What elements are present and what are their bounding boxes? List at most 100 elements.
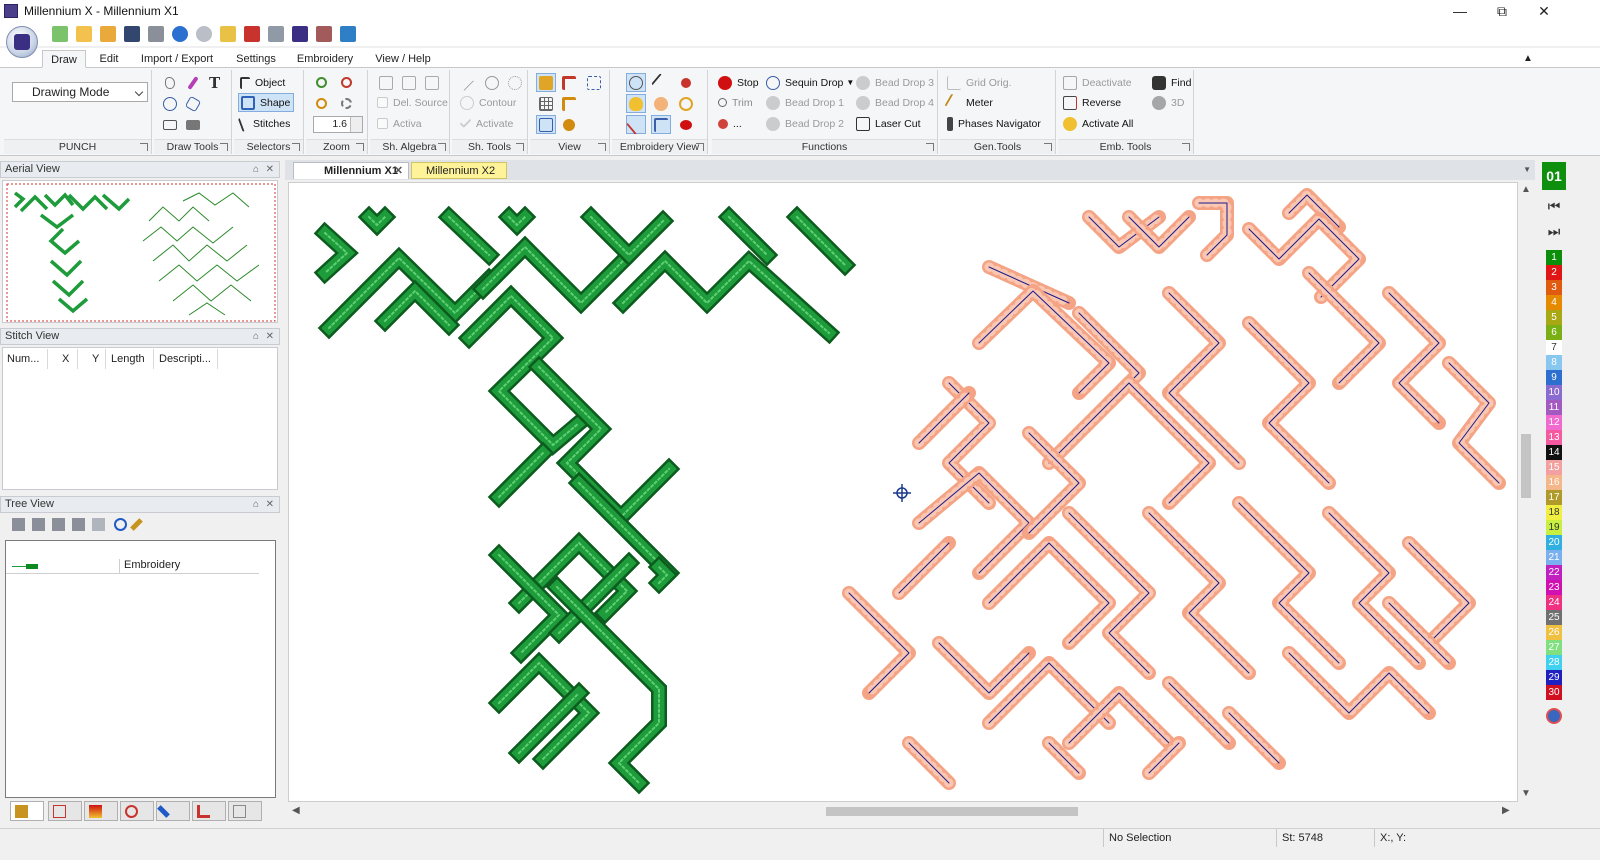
pin-icon[interactable]: ⌂ (253, 162, 259, 177)
redo-icon[interactable] (196, 26, 212, 42)
qat-dropdown-icon[interactable] (374, 26, 384, 42)
view-hoop-button[interactable] (536, 115, 556, 134)
settings-icon[interactable] (340, 26, 356, 42)
application-menu-button[interactable] (6, 26, 38, 58)
zoom-level-input[interactable]: 1.6 (313, 116, 363, 133)
color-swatch[interactable]: 1 (1546, 250, 1562, 265)
emb-view-route-button[interactable] (626, 114, 646, 135)
emb-view-points-button[interactable] (626, 73, 646, 92)
color-swatch[interactable]: 24 (1546, 595, 1562, 610)
tab-embroidery[interactable]: Embroidery (292, 50, 358, 68)
column-length[interactable]: Length (106, 349, 154, 369)
open-recent-icon[interactable] (100, 26, 116, 42)
horizontal-scroll-thumb[interactable] (826, 807, 1078, 816)
tab-draw[interactable]: Draw (42, 50, 86, 68)
deactivate-button[interactable]: Deactivate (1063, 73, 1132, 92)
refresh-icon[interactable] (114, 518, 127, 531)
panel-tab-colors[interactable] (84, 801, 118, 821)
doc-tab-millennium-x1[interactable]: Millennium X1 ✕ (293, 162, 409, 179)
view-frame-button[interactable] (559, 94, 579, 113)
color-swatch[interactable]: 28 (1546, 655, 1562, 670)
color-swatch[interactable]: 27 (1546, 640, 1562, 655)
current-color-indicator[interactable]: 01 (1542, 162, 1566, 190)
close-window-button[interactable]: ✕ (1524, 0, 1564, 22)
last-color-button[interactable]: ⏭ (1546, 223, 1562, 239)
group-launcher-icon[interactable] (356, 143, 364, 151)
color-swatch[interactable]: 25 (1546, 610, 1562, 625)
aerial-view-panel[interactable] (2, 180, 278, 323)
panel-tab-pen[interactable] (156, 801, 190, 821)
drawing-mode-select[interactable]: Drawing Mode (12, 82, 148, 102)
color-swatch[interactable]: 16 (1546, 475, 1562, 490)
zoom-in-button[interactable] (311, 73, 331, 92)
bead-drop-2-button[interactable]: Bead Drop 2 (766, 114, 844, 133)
tab-view-help[interactable]: View / Help (368, 50, 438, 68)
open-folder-icon[interactable] (76, 26, 92, 42)
more-functions-button[interactable]: ... (718, 114, 742, 133)
laser-cut-button[interactable]: Laser Cut (856, 114, 921, 133)
tab-edit[interactable]: Edit (92, 50, 126, 68)
spiral-tool-button[interactable] (482, 73, 502, 92)
color-swatch[interactable]: 15 (1546, 460, 1562, 475)
color-swatch[interactable]: 21 (1546, 550, 1562, 565)
line-tool-button[interactable] (459, 73, 479, 92)
subtract-button[interactable] (422, 73, 442, 92)
find-button[interactable]: Find (1152, 73, 1191, 92)
group-launcher-icon[interactable] (1044, 143, 1052, 151)
color-swatch[interactable]: 3 (1546, 280, 1562, 295)
chart-icon[interactable] (244, 26, 260, 42)
stop-button[interactable]: Stop (718, 73, 759, 92)
star-tool-button[interactable] (505, 73, 525, 92)
close-icon[interactable]: ✕ (266, 162, 274, 177)
shape-selector-button[interactable]: Shape (238, 93, 294, 112)
print-icon[interactable] (148, 26, 164, 42)
contour-button[interactable]: Contour (460, 93, 516, 112)
emb-view-tools-button[interactable] (676, 73, 696, 92)
view-layers-button[interactable] (536, 73, 556, 92)
close-icon[interactable]: ✕ (394, 163, 403, 179)
view-grid-button[interactable] (536, 94, 556, 113)
color-swatch[interactable]: 5 (1546, 310, 1562, 325)
insert-icon[interactable] (92, 518, 105, 531)
color-swatch[interactable]: 7 (1546, 340, 1562, 355)
color-wheel-icon[interactable] (1546, 708, 1562, 724)
minimize-button[interactable]: — (1440, 0, 1480, 22)
restore-button[interactable]: ⧉ (1482, 0, 1522, 22)
grid-icon[interactable] (268, 26, 284, 42)
emb-view-thread-button[interactable] (651, 94, 671, 113)
view-center-button[interactable] (559, 115, 579, 134)
vertical-scrollbar[interactable]: ▲ ▼ (1518, 182, 1534, 802)
view-guides-button[interactable] (584, 73, 604, 92)
group-launcher-icon[interactable] (140, 143, 148, 151)
circle-tool-button[interactable] (160, 94, 180, 113)
panel-tab-tree[interactable] (10, 801, 44, 821)
three-d-button[interactable]: 3D (1152, 93, 1184, 112)
color-swatch[interactable]: 2 (1546, 265, 1562, 280)
column-description[interactable]: Descripti... (154, 349, 218, 369)
freehand-tool-button[interactable] (160, 73, 180, 92)
color-swatch[interactable]: 19 (1546, 520, 1562, 535)
color-swatch[interactable]: 8 (1546, 355, 1562, 370)
color-swatch[interactable]: 17 (1546, 490, 1562, 505)
group-launcher-icon[interactable] (292, 143, 300, 151)
object-selector-button[interactable]: Object (240, 73, 285, 92)
activa-checkbox[interactable]: Activa (377, 114, 422, 133)
color-swatch[interactable]: 9 (1546, 370, 1562, 385)
edit-icon[interactable] (220, 26, 236, 42)
fill-rect-tool-button[interactable] (183, 115, 203, 134)
pin-icon[interactable]: ⌂ (253, 329, 259, 344)
move-bottom-icon[interactable] (32, 518, 45, 531)
color-swatch[interactable]: 22 (1546, 565, 1562, 580)
panel-tab-search[interactable] (120, 801, 154, 821)
phases-navigator-button[interactable]: Phases Navigator (947, 114, 1041, 133)
group-launcher-icon[interactable] (598, 143, 606, 151)
color-swatch[interactable]: 30 (1546, 685, 1562, 700)
union-button[interactable] (376, 73, 396, 92)
close-icon[interactable]: ✕ (266, 329, 274, 344)
scroll-down-icon[interactable]: ▼ (1521, 788, 1531, 799)
color-swatch[interactable]: 23 (1546, 580, 1562, 595)
doc-tab-millennium-x2[interactable]: Millennium X2 (411, 162, 507, 179)
close-icon[interactable]: ✕ (266, 497, 274, 512)
zoom-window-button[interactable] (311, 94, 331, 113)
view-ruler-button[interactable] (559, 73, 579, 92)
